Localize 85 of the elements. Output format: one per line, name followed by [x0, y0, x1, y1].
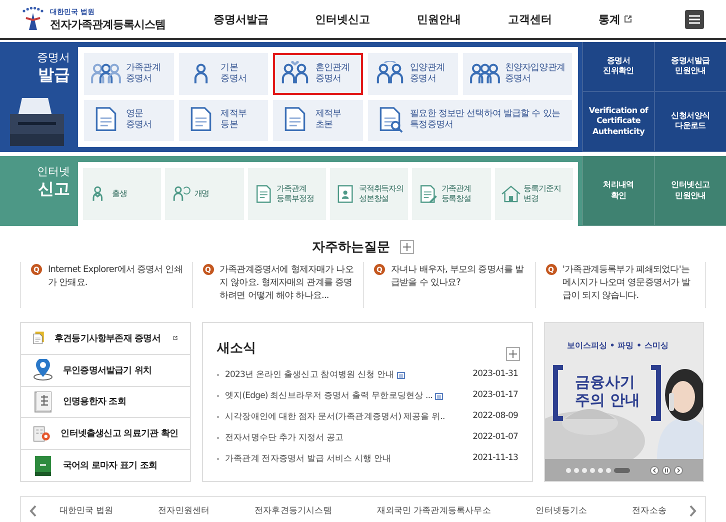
certificate-tile[interactable]: 제적부 초본: [273, 100, 364, 141]
news-link[interactable]: 2023년 온라인 출생신고 참여병원 신청 안내: [225, 369, 394, 381]
next-button[interactable]: [674, 466, 682, 474]
slide-dot[interactable]: [566, 468, 570, 472]
banner-headline: 금융사기 주의 안내: [575, 373, 640, 409]
banner-subtitle: 보이스피싱 • 파밍 • 스미싱: [567, 340, 668, 351]
printer-drawing: [8, 96, 66, 148]
news-link[interactable]: 엣지(Edge) 최신브라우저 증명서 출력 무한로딩현상 ...: [225, 390, 432, 402]
report-tile[interactable]: 출생: [83, 168, 162, 220]
pause-icon: [664, 468, 668, 472]
quick-link[interactable]: 인터넷출생신고 의료기관 확인: [60, 427, 178, 440]
next-button[interactable]: [689, 505, 697, 517]
side-link[interactable]: 처리내역 확인: [582, 156, 654, 226]
certificate-tile[interactable]: 영문 증명서: [84, 100, 174, 141]
menu-icon: [689, 14, 700, 24]
certificate-tile[interactable]: 기본 증명서: [178, 53, 268, 94]
nav-link[interactable]: 증명서발급: [213, 12, 268, 26]
certificate-tile[interactable]: 가족관계 증명서: [84, 53, 174, 94]
report-tile[interactable]: 국적취득자의 성본창설: [330, 168, 408, 220]
certificate-tile[interactable]: 제적부 등본: [178, 100, 268, 141]
chevron-right-icon: [676, 468, 680, 472]
more-button[interactable]: [506, 347, 520, 361]
news-date: 2021-11-13: [472, 453, 518, 465]
slide-dot[interactable]: [590, 468, 594, 472]
footer-link[interactable]: 인터넷등기소: [536, 505, 588, 517]
faq-link[interactable]: Internet Explorer에서 증명서 인쇄가 안돼요.: [48, 264, 184, 302]
location-pin-icon: [33, 359, 53, 382]
pause-button[interactable]: [662, 466, 670, 474]
chevron-right-icon: [689, 505, 697, 517]
news-date: 2023-01-31: [472, 369, 518, 381]
nav-link[interactable]: 통계: [598, 12, 621, 26]
more-button[interactable]: [400, 240, 414, 254]
slide-dot[interactable]: [598, 468, 602, 472]
dictionary-icon: [33, 390, 53, 413]
section-title: 자주하는질문: [312, 239, 390, 256]
news-link[interactable]: 가족관계 전자증명서 발급 서비스 시행 안내: [225, 453, 392, 465]
plus-icon: [403, 243, 411, 251]
side-link[interactable]: 증명서발급 민원안내: [654, 42, 726, 92]
section-title: 새소식: [217, 340, 256, 357]
news-date: 2022-08-09: [472, 411, 518, 423]
previous-button[interactable]: [650, 466, 658, 474]
news-date: 2022-01-07: [472, 432, 518, 444]
quick-link[interactable]: 후견등기사항부존재 증명서: [54, 332, 160, 345]
footer-link[interactable]: 전자후견등기시스템: [254, 505, 332, 517]
nav-link[interactable]: 고객센터: [508, 12, 552, 26]
report-tile[interactable]: 가족관계 등록부정정: [248, 168, 326, 220]
certificate-tile[interactable]: 친양자입양관계 증명서: [462, 53, 572, 94]
news-date: 2023-01-17: [472, 390, 518, 402]
slide-dot[interactable]: [574, 468, 578, 472]
plus-icon: [509, 350, 517, 358]
report-tile[interactable]: 개명: [165, 168, 244, 220]
certificate-tile[interactable]: 필요한 정보만 선택하여 발급할 수 있는 특정증명서: [368, 100, 572, 141]
faq-link[interactable]: '가족관계등록부가 폐쇄되었다'는 메시지가 나오며 영문증명서가 발급이 되지 않습니다.: [562, 264, 697, 302]
certificate-tile[interactable]: 입양관계 증명서: [368, 53, 458, 94]
side-link[interactable]: Verification of Certificate Authenticity: [582, 92, 654, 152]
chevron-left-icon: [29, 505, 37, 517]
faq-link[interactable]: 자녀나 배우자, 부모의 증명서를 발급받을 수 있나요?: [391, 264, 526, 302]
side-link[interactable]: 증명서 진위확인: [582, 42, 654, 92]
news-link[interactable]: 시각장애인에 대한 점자 문서(가족관계증명서) 제공을 위..: [225, 411, 445, 423]
chevron-left-icon: [652, 468, 656, 472]
book-icon: [33, 454, 53, 477]
news-link[interactable]: 전자서명수단 추가 지정서 공고: [225, 432, 344, 444]
report-tile[interactable]: 등록기준지 변경: [494, 168, 573, 220]
footer-link[interactable]: 대한민국 법원: [59, 505, 114, 517]
court-logo-icon: [20, 6, 46, 32]
section-heading: 증명서 발급: [37, 50, 70, 86]
site-title[interactable]: 전자가족관계등록시스템: [50, 16, 166, 32]
footer-link[interactable]: 전자소송: [632, 505, 667, 517]
quick-link[interactable]: 국어의 로마자 표기 조회: [63, 459, 158, 472]
slide-dot[interactable]: [606, 468, 610, 472]
report-tile[interactable]: 가족관계 등록창설: [412, 168, 491, 220]
quick-link[interactable]: 인명용한자 조회: [63, 395, 126, 408]
side-link[interactable]: 인터넷신고 민원안내: [654, 156, 726, 226]
slide-dot[interactable]: [582, 468, 586, 472]
nav-link[interactable]: 인터넷신고: [315, 12, 370, 26]
footer-link[interactable]: 재외국민 가족관계등록사무소: [376, 505, 491, 517]
previous-button[interactable]: [29, 505, 37, 517]
faq-link[interactable]: 가족관계증명서에 형제자매가 나오지 않아요. 형제자매의 관계를 증명하려면 어떻게 해야 하나요...: [220, 264, 355, 302]
quick-link[interactable]: 무인증명서발급기 위치: [63, 364, 152, 377]
footer-link[interactable]: 전자민원센터: [158, 505, 210, 517]
section-heading: 인터넷 신고: [37, 164, 70, 200]
side-link[interactable]: 신청서양식 다운로드: [654, 92, 726, 152]
nav-link[interactable]: 민원안내: [416, 12, 461, 26]
menu-button[interactable]: [685, 10, 704, 28]
certificate-tile[interactable]: 혼인관계 증명서: [273, 53, 364, 94]
